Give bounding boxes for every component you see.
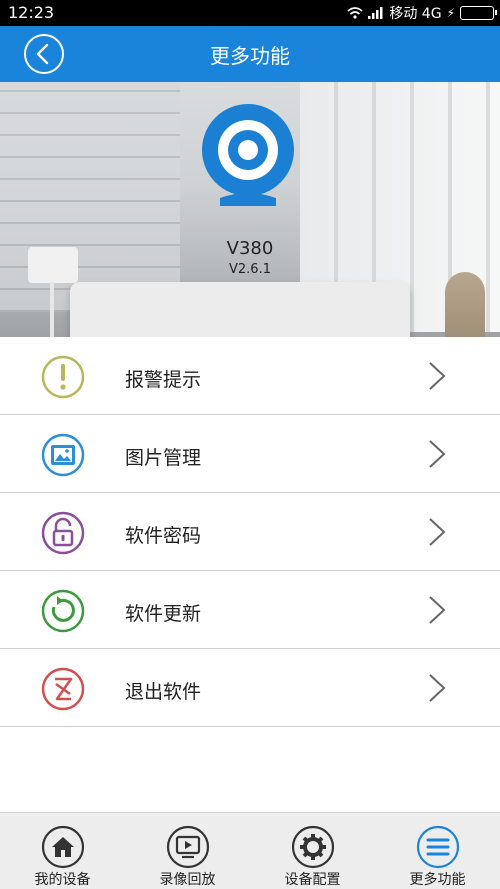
banner-lamp-pole: [50, 282, 54, 337]
app-name: V380: [226, 238, 274, 259]
tab-playback[interactable]: 录像回放: [125, 813, 250, 889]
tab-label: 我的设备: [34, 872, 91, 888]
status-bar: 12:23 移动 4G ⚡: [0, 0, 500, 26]
wifi-icon: [347, 7, 363, 19]
tab-device-config[interactable]: 设备配置: [250, 813, 375, 889]
menu-icon: [416, 825, 459, 869]
image-icon: [41, 433, 85, 477]
tab-label: 录像回放: [159, 872, 216, 888]
banner-stone-wall: [0, 82, 180, 312]
menu-item-label: 退出软件: [125, 681, 202, 703]
chevron-right-icon: [429, 596, 446, 624]
chevron-right-icon: [429, 362, 446, 390]
tab-label: 设备配置: [284, 872, 341, 888]
battery-icon: [460, 6, 497, 20]
status-time: 12:23: [8, 3, 55, 22]
banner-vase: [445, 272, 485, 337]
tab-label: 更多功能: [409, 872, 466, 888]
gear-icon: [291, 825, 334, 869]
signal-icon: [368, 7, 383, 19]
alert-icon: [41, 355, 85, 399]
exit-icon: [41, 667, 85, 711]
chevron-right-icon: [429, 440, 446, 468]
page-title: 更多功能: [210, 44, 290, 68]
menu-item-images[interactable]: 图片管理: [0, 415, 500, 493]
menu-item-label: 软件密码: [125, 525, 202, 547]
home-icon: [41, 825, 84, 869]
menu-item-label: 软件更新: [125, 603, 202, 625]
menu-item-label: 报警提示: [125, 369, 202, 391]
menu-item-password[interactable]: 软件密码: [0, 493, 500, 571]
banner: V380 V2.6.1: [0, 82, 500, 337]
camera-logo-icon: [202, 104, 294, 206]
banner-sofa: [70, 282, 410, 337]
charging-icon: ⚡: [446, 6, 455, 20]
lock-icon: [41, 511, 85, 555]
bottom-tab-bar: 我的设备 录像回放 设备配置 更多功能: [0, 812, 500, 889]
chevron-right-icon: [429, 674, 446, 702]
menu-item-label: 图片管理: [125, 447, 202, 469]
tab-more-functions[interactable]: 更多功能: [375, 813, 500, 889]
menu-item-exit[interactable]: 退出软件: [0, 649, 500, 727]
menu-list: 报警提示 图片管理 软件密码 软件更新 退出软件: [0, 337, 500, 727]
title-bar: 更多功能: [0, 26, 500, 82]
carrier-label: 移动 4G: [389, 6, 442, 22]
playback-icon: [166, 825, 209, 869]
refresh-icon: [41, 589, 85, 633]
menu-item-update[interactable]: 软件更新: [0, 571, 500, 649]
tab-my-devices[interactable]: 我的设备: [0, 813, 125, 889]
chevron-right-icon: [429, 518, 446, 546]
menu-item-alarm[interactable]: 报警提示: [0, 337, 500, 415]
app-version: V2.6.1: [229, 262, 271, 277]
